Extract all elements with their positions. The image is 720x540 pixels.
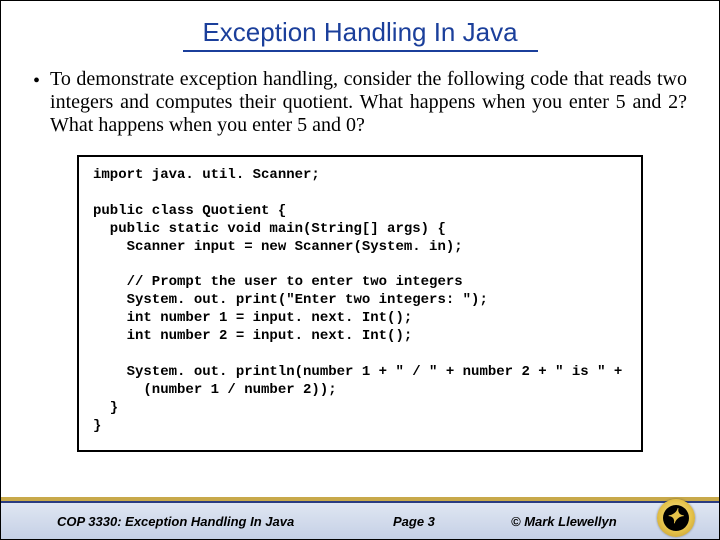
- title-text: Exception Handling In Java: [202, 17, 517, 47]
- bullet-dot: •: [33, 70, 40, 93]
- logo-star-icon: ✦: [666, 507, 683, 527]
- footer-course: COP 3330: Exception Handling In Java: [57, 514, 294, 529]
- footer-accent: [1, 497, 719, 501]
- bullet-item: • To demonstrate exception handling, con…: [33, 68, 687, 137]
- ucf-logo: ✦: [657, 499, 695, 537]
- footer-page: Page 3: [393, 514, 435, 529]
- slide-title: Exception Handling In Java: [1, 17, 719, 52]
- title-underline: [183, 50, 538, 52]
- code-block: import java. util. Scanner; public class…: [77, 155, 643, 452]
- footer-copyright: © Mark Llewellyn: [511, 514, 617, 529]
- footer-bar: COP 3330: Exception Handling In Java Pag…: [1, 501, 719, 539]
- slide: Exception Handling In Java • To demonstr…: [0, 0, 720, 540]
- slide-body: • To demonstrate exception handling, con…: [1, 62, 719, 452]
- logo-outer-ring: ✦: [657, 499, 695, 537]
- bullet-text: To demonstrate exception handling, consi…: [50, 68, 687, 137]
